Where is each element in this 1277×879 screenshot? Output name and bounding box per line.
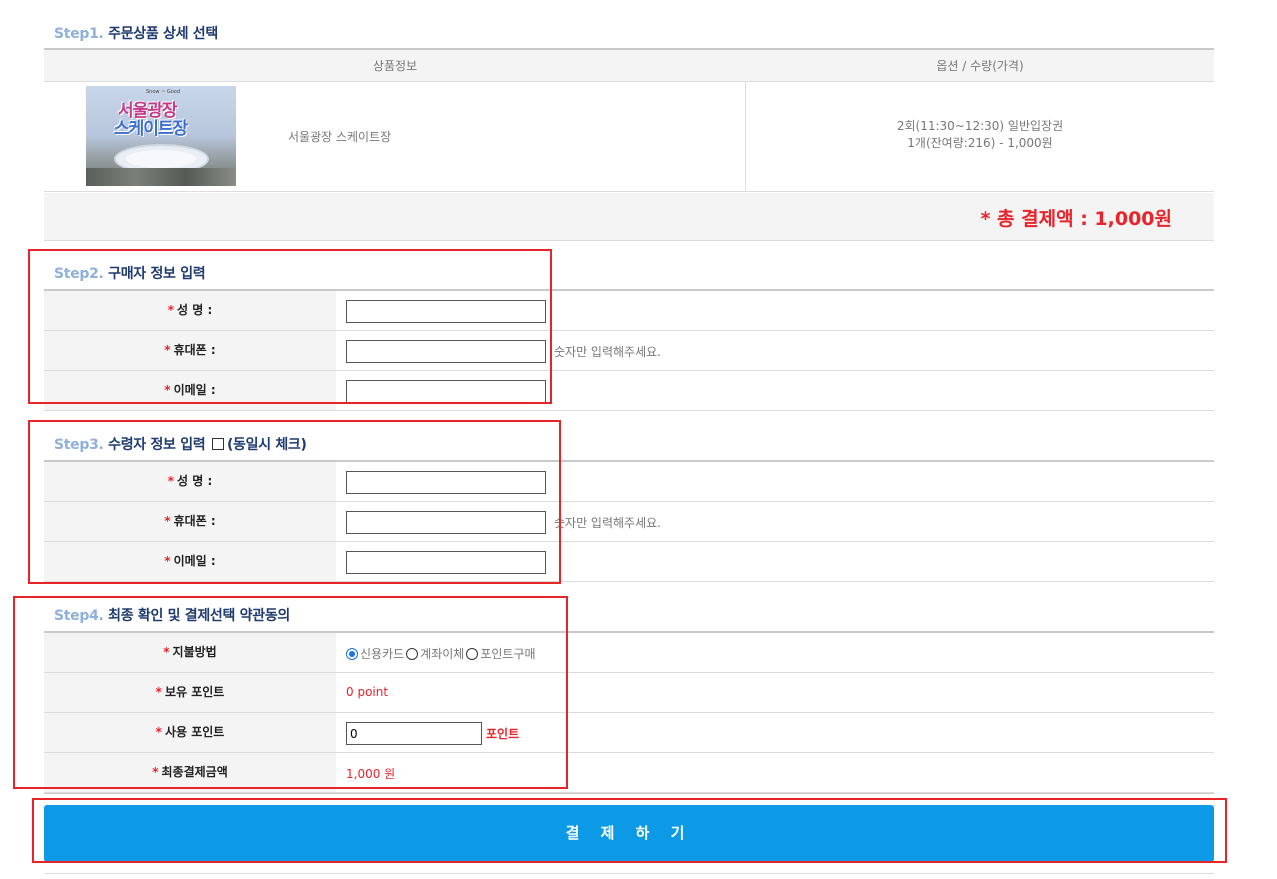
step4-bottom-rule xyxy=(44,793,1214,794)
final-amount-cell: 1,000 원 xyxy=(336,753,1214,792)
recipient-email-row: * 이메일 : xyxy=(44,542,1214,582)
product-name: 서울광장 스케이트장 xyxy=(288,130,392,144)
final-amount-row: * 최종결제금액 1,000 원 xyxy=(44,753,1214,793)
pay-method-transfer-label[interactable]: 계좌이체 xyxy=(420,645,464,662)
recipient-name-row: * 성 명 : xyxy=(44,462,1214,502)
thumbnail-rink-inner xyxy=(126,150,196,168)
recipient-email-cell xyxy=(336,542,1214,581)
use-point-unit: 포인트 xyxy=(486,727,520,741)
final-amount-label-text: 최종결제금액 xyxy=(161,765,228,779)
recipient-name-label: * 성 명 : xyxy=(44,462,336,501)
step3-title-text: 수령자 정보 입력 xyxy=(108,437,206,453)
total-bar: * 총 결제액 : 1,000원 xyxy=(44,193,1214,241)
thumbnail-caption-top: Snow ~ Good xyxy=(146,89,181,95)
recipient-email-input[interactable] xyxy=(346,551,546,574)
total-amount: * 총 결제액 : 1,000원 xyxy=(980,208,1173,230)
buyer-phone-cell: 숫자만 입력해주세요. xyxy=(336,331,1214,370)
step1-number: Step1. xyxy=(54,26,104,42)
use-point-label: * 사용 포인트 xyxy=(44,713,336,752)
pay-method-cell: 신용카드 계좌이체 포인트구매 xyxy=(336,633,1214,672)
step4-number: Step4. xyxy=(54,608,104,624)
buyer-name-row: * 성 명 : xyxy=(44,291,1214,331)
radio-transfer-icon[interactable] xyxy=(406,647,419,660)
product-option: 2회(11:30~12:30) 일반입장권 1개(잔여량:216) - 1,00… xyxy=(746,118,1214,152)
option-quantity-price: 1개(잔여량:216) - 1,000원 xyxy=(907,136,1053,150)
step4-title: Step4. 최종 확인 및 결제선택 약관동의 xyxy=(54,605,290,625)
thumbnail-title-bottom: 스케이트장 xyxy=(114,119,188,139)
bottom-rule xyxy=(44,873,1214,874)
own-point-value: 0 point xyxy=(346,685,389,699)
own-point-cell: 0 point xyxy=(336,673,1214,712)
own-point-label: * 보유 포인트 xyxy=(44,673,336,712)
thumbnail-city xyxy=(86,168,236,186)
recipient-name-input[interactable] xyxy=(346,471,546,494)
same-as-buyer-checkbox[interactable] xyxy=(211,438,224,450)
buyer-phone-hint: 숫자만 입력해주세요. xyxy=(554,345,661,359)
recipient-email-label: * 이메일 : xyxy=(44,542,336,581)
step4-title-text: 최종 확인 및 결제선택 약관동의 xyxy=(108,608,290,624)
product-thumbnail: Snow ~ Good 서울광장 스케이트장 xyxy=(86,86,236,186)
recipient-name-cell xyxy=(336,462,1214,501)
buyer-phone-label: * 휴대폰 : xyxy=(44,331,336,370)
buyer-name-label-text: 성 명 : xyxy=(177,303,213,317)
pay-method-card-label[interactable]: 신용카드 xyxy=(360,645,404,662)
pay-method-row: * 지불방법 신용카드 계좌이체 포인트구매 xyxy=(44,633,1214,673)
pay-method-transfer[interactable]: 계좌이체 xyxy=(406,645,464,662)
use-point-cell: 포인트 xyxy=(336,713,1214,752)
option-session: 2회(11:30~12:30) 일반입장권 xyxy=(896,119,1064,133)
buyer-name-input[interactable] xyxy=(346,300,546,323)
final-amount-label: * 최종결제금액 xyxy=(44,753,336,792)
recipient-phone-input[interactable] xyxy=(346,511,546,534)
same-as-buyer-label: (동일시 체크) xyxy=(226,437,307,453)
recipient-name-label-text: 성 명 : xyxy=(177,474,213,488)
use-point-input[interactable] xyxy=(346,722,482,745)
pay-method-point-label[interactable]: 포인트구매 xyxy=(480,645,535,662)
buyer-email-row: * 이메일 : xyxy=(44,371,1214,411)
step2-number: Step2. xyxy=(54,266,104,282)
use-point-label-text: 사용 포인트 xyxy=(164,725,225,739)
buyer-phone-input[interactable] xyxy=(346,340,546,363)
col-product-header: 상품정보 xyxy=(372,59,418,73)
buyer-phone-row: * 휴대폰 : 숫자만 입력해주세요. xyxy=(44,331,1214,371)
step2-title-text: 구매자 정보 입력 xyxy=(108,266,206,282)
product-row: Snow ~ Good 서울광장 스케이트장 서울광장 스케이트장 2회(11:… xyxy=(44,82,1214,192)
own-point-label-text: 보유 포인트 xyxy=(164,685,225,699)
step3-number: Step3. xyxy=(54,437,104,453)
radio-point-icon[interactable] xyxy=(466,647,479,660)
buyer-email-label: * 이메일 : xyxy=(44,371,336,410)
pay-method-radio-group: 신용카드 계좌이체 포인트구매 xyxy=(346,645,538,662)
own-point-row: * 보유 포인트 0 point xyxy=(44,673,1214,713)
recipient-phone-label-text: 휴대폰 : xyxy=(173,514,216,528)
step1-title-text: 주문상품 상세 선택 xyxy=(108,26,218,42)
pay-method-point[interactable]: 포인트구매 xyxy=(466,645,536,662)
buyer-email-cell xyxy=(336,371,1214,410)
buyer-email-input[interactable] xyxy=(346,380,546,403)
pay-button[interactable]: 결 제 하 기 xyxy=(44,805,1214,862)
recipient-phone-hint: 숫자만 입력해주세요. xyxy=(554,516,661,530)
radio-card-icon[interactable] xyxy=(346,647,358,660)
recipient-phone-cell: 숫자만 입력해주세요. xyxy=(336,502,1214,541)
col-option-header: 옵션 / 수량(가격) xyxy=(936,59,1024,73)
buyer-phone-label-text: 휴대폰 : xyxy=(173,343,216,357)
step3-title: Step3. 수령자 정보 입력 (동일시 체크) xyxy=(54,434,307,454)
use-point-row: *사용 포인트 포인트 xyxy=(44,713,1214,753)
recipient-phone-label: * 휴대폰 : xyxy=(44,502,336,541)
buyer-email-label-text: 이메일 : xyxy=(173,383,216,397)
product-table-header: 상품정보 옵션 / 수량(가격) xyxy=(44,50,1214,82)
pay-method-label-text: 지불방법 xyxy=(172,645,217,659)
buyer-name-cell xyxy=(336,291,1214,330)
step1-title: Step1. 주문상품 상세 선택 xyxy=(54,23,218,43)
final-amount-value: 1,000 원 xyxy=(346,767,396,781)
buyer-name-label: * 성 명 : xyxy=(44,291,336,330)
step2-title: Step2. 구매자 정보 입력 xyxy=(54,263,206,283)
pay-method-label: * 지불방법 xyxy=(44,633,336,672)
pay-method-card[interactable]: 신용카드 xyxy=(346,645,404,662)
recipient-phone-row: * 휴대폰 : 숫자만 입력해주세요. xyxy=(44,502,1214,542)
recipient-email-label-text: 이메일 : xyxy=(173,554,216,568)
